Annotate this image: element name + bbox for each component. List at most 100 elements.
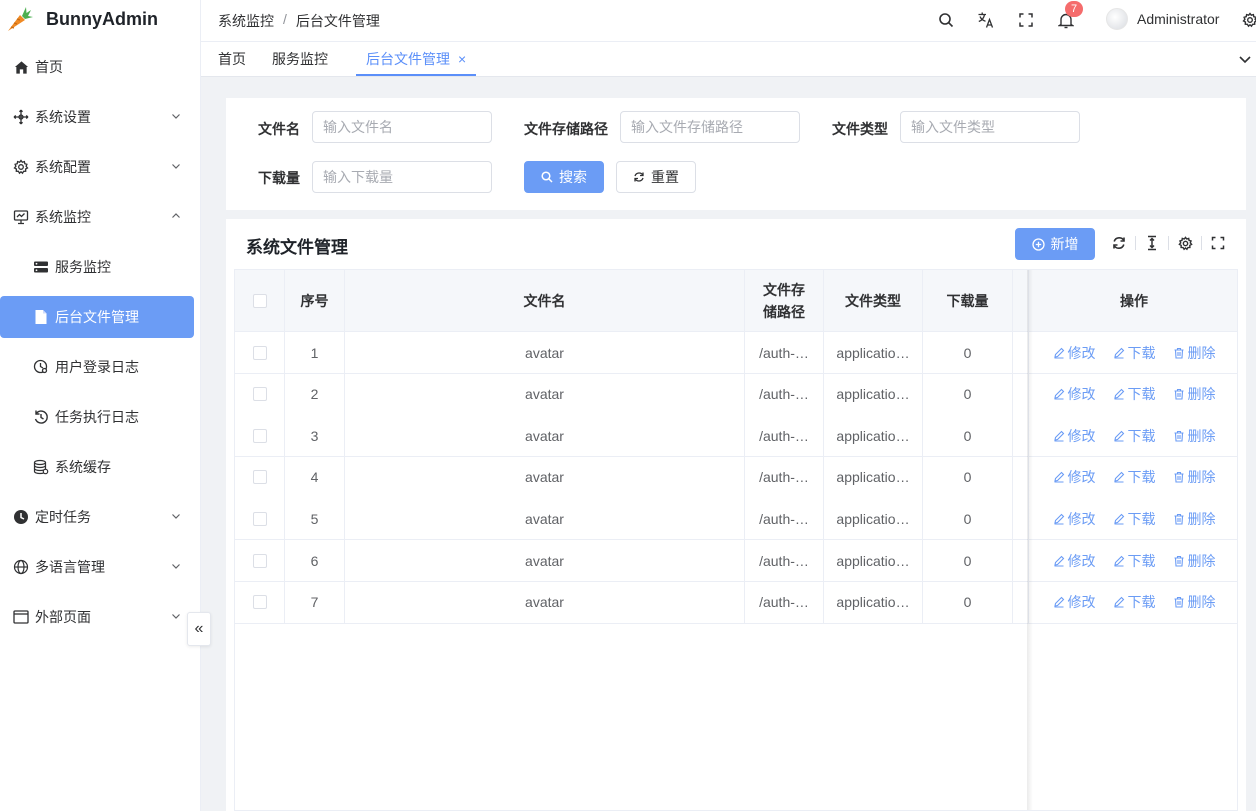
delete-action[interactable]: 删除 — [1173, 592, 1216, 612]
sidebar-item-home[interactable]: 首页 — [0, 46, 201, 88]
search-icon[interactable] — [937, 11, 955, 29]
row-checkbox[interactable] — [252, 470, 267, 485]
fullscreen-icon[interactable] — [1017, 11, 1035, 29]
download-action[interactable]: 下载 — [1113, 592, 1156, 612]
path-input[interactable]: 输入文件存储路径 — [620, 111, 800, 143]
downloads-cell: 0 — [923, 373, 1013, 415]
row-checkbox[interactable] — [252, 511, 267, 526]
tab-home[interactable]: 首页 — [208, 42, 256, 76]
sidebar-item-user-login-log[interactable]: 用户登录日志 — [0, 346, 201, 388]
sidebar-item-system-settings[interactable]: 系统设置 — [0, 96, 201, 138]
edit-icon — [1113, 513, 1124, 525]
row-density-icon[interactable] — [1144, 235, 1160, 251]
breadcrumb-item: 后台文件管理 — [295, 13, 380, 29]
downloads-input[interactable]: 输入下载量 — [312, 161, 492, 193]
column-header-type[interactable]: 文件类型 — [824, 270, 923, 332]
breadcrumb-item[interactable]: 系统监控 — [218, 11, 274, 31]
download-action[interactable]: 下载 — [1113, 551, 1156, 571]
type-text: applicatio… — [836, 594, 910, 611]
refresh-icon[interactable] — [1111, 235, 1127, 251]
filename-input[interactable]: 输入文件名 — [312, 111, 492, 143]
delete-action[interactable]: 删除 — [1173, 384, 1216, 404]
index-cell: 3 — [285, 415, 345, 457]
toolbar-divider — [1201, 236, 1202, 250]
edit-action[interactable]: 修改 — [1053, 343, 1096, 363]
refresh-icon — [634, 172, 644, 182]
search-button[interactable]: 搜索 — [524, 161, 604, 193]
row-checkbox[interactable] — [252, 428, 267, 443]
sidebar-item-scheduled-tasks[interactable]: 定时任务 — [0, 496, 201, 538]
edit-icon — [1113, 596, 1124, 608]
edit-icon — [1113, 430, 1124, 442]
chevron-down-icon[interactable] — [1238, 52, 1252, 66]
row-checkbox[interactable] — [252, 345, 267, 360]
delete-action[interactable]: 删除 — [1173, 343, 1216, 363]
search-form: 文件名 输入文件名 文件存储路径 输入文件存储路径 文件类型 输入文件类型 下载… — [226, 98, 1246, 210]
row-checkbox[interactable] — [252, 553, 267, 568]
sidebar-item-label: 定时任务 — [35, 509, 91, 525]
sidebar-item-i18n[interactable]: 多语言管理 — [0, 546, 201, 588]
sidebar-item-system-cache[interactable]: 系统缓存 — [0, 446, 201, 488]
delete-label: 删除 — [1187, 552, 1216, 569]
delete-action[interactable]: 删除 — [1173, 551, 1216, 571]
logo[interactable]: BunnyAdmin — [0, 0, 200, 38]
tab-service-monitor[interactable]: 服务监控 — [262, 42, 338, 76]
translate-icon[interactable] — [977, 11, 995, 29]
settings-gear-icon[interactable] — [1241, 11, 1256, 29]
download-action[interactable]: 下载 — [1113, 467, 1156, 487]
select-all-checkbox[interactable] — [252, 294, 267, 308]
download-action[interactable]: 下载 — [1113, 343, 1156, 363]
filename-cell: avatar — [345, 456, 745, 498]
edit-label: 修改 — [1067, 552, 1096, 569]
task-log-icon — [33, 409, 49, 425]
edit-action[interactable]: 修改 — [1053, 592, 1096, 612]
delete-action[interactable]: 删除 — [1173, 509, 1216, 529]
tab-file-management[interactable]: 后台文件管理 × — [356, 42, 477, 76]
table-title: 系统文件管理 — [246, 238, 348, 257]
collapse-sidebar-button[interactable]: « — [187, 612, 211, 646]
row-checkbox[interactable] — [252, 595, 267, 610]
sidebar-item-external-pages[interactable]: 外部页面 — [0, 596, 201, 638]
column-header-index[interactable]: 序号 — [285, 270, 345, 332]
delete-action[interactable]: 删除 — [1173, 426, 1216, 446]
edit-action[interactable]: 修改 — [1053, 551, 1096, 571]
delete-action[interactable]: 删除 — [1173, 467, 1216, 487]
download-action[interactable]: 下载 — [1113, 509, 1156, 529]
sidebar-item-task-log[interactable]: 任务执行日志 — [0, 396, 201, 438]
chevron-down-icon — [172, 614, 180, 619]
edit-action[interactable]: 修改 — [1053, 467, 1096, 487]
add-button[interactable]: 新增 — [1015, 228, 1095, 260]
download-label: 下载 — [1127, 510, 1156, 527]
filename-cell: avatar — [345, 540, 745, 581]
table-card: 系统文件管理 新增 序号 文件名 文件存储路径 文件类型 下载量 操作 1 av… — [226, 219, 1246, 811]
edit-label: 修改 — [1067, 469, 1096, 486]
download-action[interactable]: 下载 — [1113, 426, 1156, 446]
trash-icon — [1174, 597, 1183, 608]
sidebar-item-label: 系统监控 — [35, 209, 91, 225]
column-header-downloads[interactable]: 下载量 — [923, 270, 1013, 332]
column-header-path[interactable]: 文件存储路径 — [745, 270, 824, 332]
sidebar-item-system-monitor[interactable]: 系统监控 — [0, 196, 201, 238]
sidebar-item-service-monitor[interactable]: 服务监控 — [0, 246, 201, 288]
edit-action[interactable]: 修改 — [1053, 384, 1096, 404]
server-icon — [33, 259, 49, 275]
download-action[interactable]: 下载 — [1113, 384, 1156, 404]
monitor-icon — [13, 209, 29, 225]
close-icon[interactable]: × — [458, 51, 466, 67]
type-input[interactable]: 输入文件类型 — [900, 111, 1080, 143]
column-header-filename[interactable]: 文件名 — [345, 270, 745, 332]
avatar[interactable] — [1106, 8, 1128, 30]
edit-action[interactable]: 修改 — [1053, 426, 1096, 446]
fullscreen-icon[interactable] — [1210, 235, 1226, 251]
row-checkbox[interactable] — [252, 387, 267, 402]
table-row: 3 avatar /auth-… applicatio… 0 修改 下载 删除 — [235, 415, 1237, 458]
edit-action[interactable]: 修改 — [1053, 509, 1096, 529]
reset-button[interactable]: 重置 — [616, 161, 696, 193]
column-settings-icon[interactable] — [1177, 235, 1193, 251]
user-name[interactable]: Administrator — [1137, 11, 1219, 27]
sidebar-item-file-management[interactable]: 后台文件管理 — [0, 296, 194, 338]
clock-icon — [13, 509, 29, 525]
index-cell: 7 — [285, 581, 345, 623]
sidebar-item-system-config[interactable]: 系统配置 — [0, 146, 201, 188]
home-icon — [13, 59, 29, 75]
